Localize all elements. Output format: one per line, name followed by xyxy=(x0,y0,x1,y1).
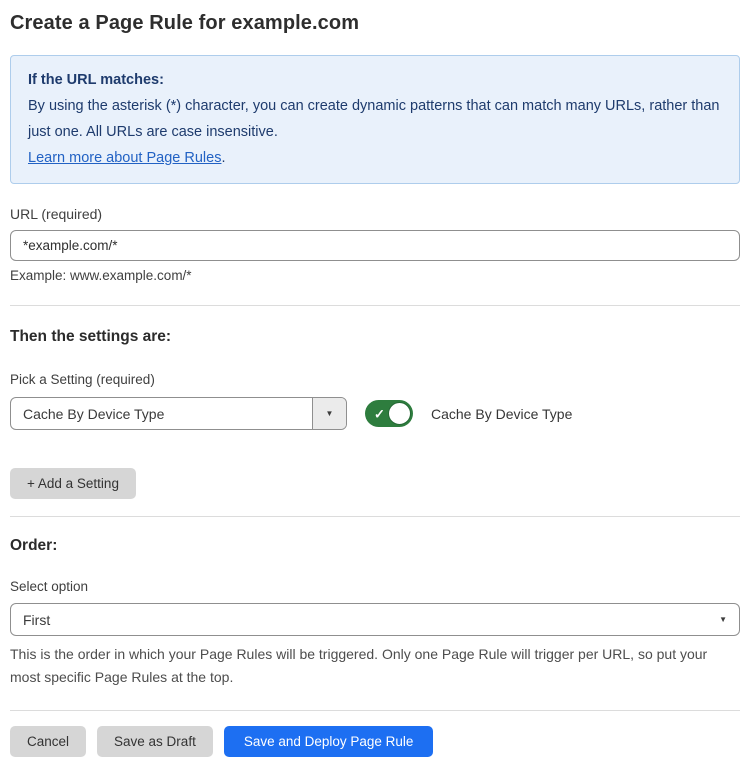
divider xyxy=(10,305,740,306)
order-select-value: First xyxy=(23,612,719,628)
url-input[interactable] xyxy=(10,230,740,261)
setting-select-value: Cache By Device Type xyxy=(11,398,312,429)
check-icon: ✓ xyxy=(374,407,385,420)
save-and-deploy-button[interactable]: Save and Deploy Page Rule xyxy=(224,726,434,757)
page-rule-form: Create a Page Rule for example.com If th… xyxy=(0,0,750,757)
chevron-down-icon: ▼ xyxy=(326,410,334,418)
order-helper-text: This is the order in which your Page Rul… xyxy=(10,643,740,689)
settings-section-heading: Then the settings are: xyxy=(10,328,740,346)
toggle-knob xyxy=(388,402,411,425)
url-field-label: URL (required) xyxy=(10,206,740,222)
add-setting-wrap: + Add a Setting xyxy=(10,468,740,499)
setting-picker-label: Pick a Setting (required) xyxy=(10,372,740,387)
order-select-label: Select option xyxy=(10,579,740,594)
info-box-heading: If the URL matches: xyxy=(28,67,722,93)
order-select[interactable]: First ▼ xyxy=(10,603,740,636)
divider xyxy=(10,516,740,517)
info-box-link-line: Learn more about Page Rules. xyxy=(28,145,722,171)
save-as-draft-button[interactable]: Save as Draft xyxy=(97,726,213,757)
add-setting-button[interactable]: + Add a Setting xyxy=(10,468,136,499)
order-section-heading: Order: xyxy=(10,537,740,555)
divider xyxy=(10,710,740,711)
page-title: Create a Page Rule for example.com xyxy=(10,12,740,35)
learn-more-link[interactable]: Learn more about Page Rules xyxy=(28,150,221,166)
info-box-body: By using the asterisk (*) character, you… xyxy=(28,93,722,145)
setting-select-arrow-button[interactable]: ▼ xyxy=(312,398,346,429)
form-actions: Cancel Save as Draft Save and Deploy Pag… xyxy=(10,726,740,757)
setting-row: Cache By Device Type ▼ ✓ Cache By Device… xyxy=(10,397,740,430)
setting-select[interactable]: Cache By Device Type ▼ xyxy=(10,397,347,430)
link-suffix: . xyxy=(221,150,225,166)
url-field-helper: Example: www.example.com/* xyxy=(10,268,740,283)
cancel-button[interactable]: Cancel xyxy=(10,726,86,757)
chevron-down-icon: ▼ xyxy=(719,616,727,624)
toggle-label: Cache By Device Type xyxy=(431,406,572,422)
url-match-info-box: If the URL matches: By using the asteris… xyxy=(10,55,740,184)
cache-by-device-type-toggle[interactable]: ✓ xyxy=(365,400,413,427)
